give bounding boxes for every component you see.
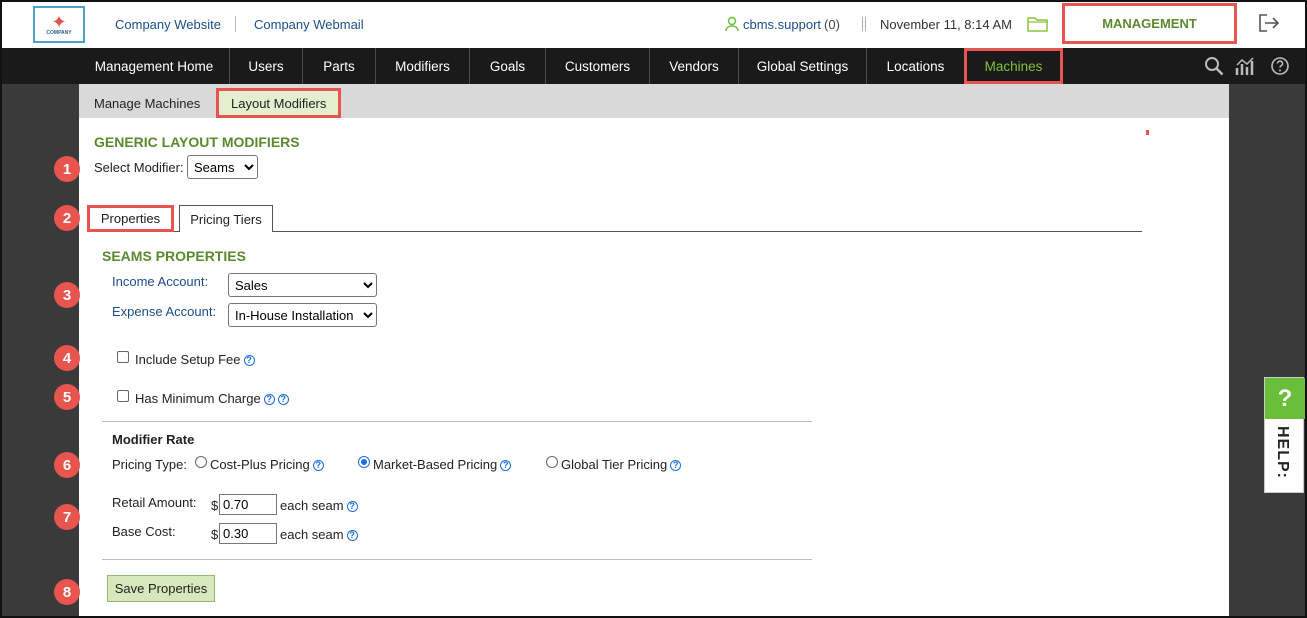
step-badge-6: 6: [54, 452, 80, 478]
step-badge-1: 1: [54, 156, 80, 182]
has-minimum-charge-row: Has Minimum Charge??: [135, 391, 289, 406]
retail-amount-label: Retail Amount:: [112, 495, 197, 510]
help-question-icon: ?: [1265, 378, 1305, 419]
retail-unit: each seam?: [280, 498, 358, 513]
modifier-select[interactable]: Seams: [187, 155, 258, 179]
step-badge-2: 2: [54, 205, 80, 231]
user-name: cbms.support: [743, 16, 822, 32]
page-title: GENERIC LAYOUT MODIFIERS: [94, 134, 300, 150]
has-minimum-charge-label: Has Minimum Charge: [135, 391, 261, 406]
global-tier-radio[interactable]: [546, 456, 558, 468]
help-icon[interactable]: ?: [670, 459, 682, 471]
help-side-tab[interactable]: ? HELP:: [1264, 377, 1305, 493]
retail-unit-label: each seam: [280, 498, 344, 513]
step-badge-5: 5: [54, 384, 80, 410]
market-based-radio[interactable]: [358, 456, 370, 468]
nav-users[interactable]: Users: [230, 48, 303, 84]
date-divider: [862, 17, 866, 31]
nav-global-settings[interactable]: Global Settings: [739, 48, 867, 84]
help-icon[interactable]: ?: [500, 459, 512, 471]
cost-plus-option: Cost-Plus Pricing?: [210, 457, 324, 472]
currency-symbol: $: [211, 498, 219, 513]
nav-parts[interactable]: Parts: [303, 48, 376, 84]
help-icon[interactable]: ?: [346, 529, 358, 541]
save-properties-button[interactable]: Save Properties: [107, 575, 215, 602]
help-circle-icon[interactable]: [1270, 56, 1290, 76]
step-badge-7: 7: [54, 504, 80, 530]
expense-account-select[interactable]: In-House Installation: [228, 303, 377, 327]
help-icon[interactable]: ?: [243, 354, 255, 366]
global-tier-option: Global Tier Pricing?: [561, 457, 682, 472]
management-button[interactable]: MANAGEMENT: [1062, 3, 1237, 44]
logo-star-icon: ✦: [51, 11, 67, 32]
has-minimum-charge-checkbox[interactable]: [117, 390, 129, 402]
reports-chart-icon[interactable]: [1235, 56, 1257, 76]
header-divider: [235, 16, 236, 32]
cost-plus-radio[interactable]: [195, 456, 207, 468]
income-account-label: Income Account:: [112, 274, 209, 289]
nav-vendors[interactable]: Vendors: [650, 48, 739, 84]
nav-customers[interactable]: Customers: [546, 48, 650, 84]
tab-properties[interactable]: Properties: [87, 205, 174, 232]
subtab-manage-machines[interactable]: Manage Machines: [94, 88, 200, 118]
base-cost-label: Base Cost:: [112, 524, 176, 539]
base-cost-input[interactable]: [219, 523, 277, 544]
market-based-label: Market-Based Pricing: [373, 457, 498, 472]
help-icon[interactable]: ?: [312, 459, 324, 471]
modifier-rate-label: Modifier Rate: [112, 432, 195, 447]
step-badge-8: 8: [54, 579, 80, 605]
main-nav: Management Home Users Parts Modifiers Go…: [0, 48, 1307, 84]
retail-amount-input[interactable]: [219, 494, 277, 515]
search-icon[interactable]: [1204, 56, 1224, 76]
include-setup-fee-row: Include Setup Fee?: [135, 352, 255, 367]
step-badge-3: 3: [54, 282, 80, 308]
cost-plus-label: Cost-Plus Pricing: [210, 457, 310, 472]
logout-icon[interactable]: [1258, 13, 1280, 33]
current-date: November 11, 8:14 AM: [880, 17, 1012, 32]
help-icon[interactable]: ?: [346, 500, 358, 512]
sub-nav: Manage Machines Layout Modifiers: [79, 84, 1229, 118]
select-modifier-label: Select Modifier:: [94, 160, 184, 175]
step-badge-4: 4: [54, 345, 80, 371]
nav-modifiers[interactable]: Modifiers: [376, 48, 470, 84]
nav-management-home[interactable]: Management Home: [79, 48, 230, 84]
company-logo[interactable]: ✦ COMPANY: [33, 6, 85, 43]
help-icon[interactable]: ?: [263, 393, 275, 405]
logo-text: COMPANY: [46, 29, 72, 36]
divider: [102, 559, 812, 560]
help-label: HELP:: [1274, 426, 1291, 479]
divider: [102, 421, 812, 422]
global-tier-label: Global Tier Pricing: [561, 457, 668, 472]
red-marker: [1146, 130, 1149, 135]
section-title: SEAMS PROPERTIES: [102, 248, 246, 264]
company-webmail-link[interactable]: Company Webmail: [254, 17, 364, 32]
user-account[interactable]: cbms.support (0): [724, 16, 840, 32]
subtab-layout-modifiers[interactable]: Layout Modifiers: [216, 88, 342, 118]
base-cost-unit-label: each seam: [280, 527, 344, 542]
user-count: (0): [824, 16, 840, 32]
tab-pricing-tiers[interactable]: Pricing Tiers: [179, 205, 273, 232]
nav-goals[interactable]: Goals: [470, 48, 546, 84]
folder-icon[interactable]: [1027, 15, 1049, 33]
pricing-type-label: Pricing Type:: [112, 457, 187, 472]
nav-locations[interactable]: Locations: [867, 48, 965, 84]
expense-account-label: Expense Account:: [112, 304, 217, 319]
income-account-select[interactable]: Sales: [228, 273, 377, 297]
base-cost-unit: each seam?: [280, 527, 358, 542]
nav-machines[interactable]: Machines: [964, 48, 1063, 84]
currency-symbol: $: [211, 527, 219, 542]
market-based-option: Market-Based Pricing?: [373, 457, 512, 472]
include-setup-fee-checkbox[interactable]: [117, 351, 129, 363]
user-icon: [725, 16, 739, 32]
company-website-link[interactable]: Company Website: [115, 17, 221, 32]
include-setup-fee-label: Include Setup Fee: [135, 352, 241, 367]
top-header: ✦ COMPANY Company Website Company Webmai…: [0, 0, 1307, 48]
help-icon[interactable]: ?: [277, 393, 289, 405]
